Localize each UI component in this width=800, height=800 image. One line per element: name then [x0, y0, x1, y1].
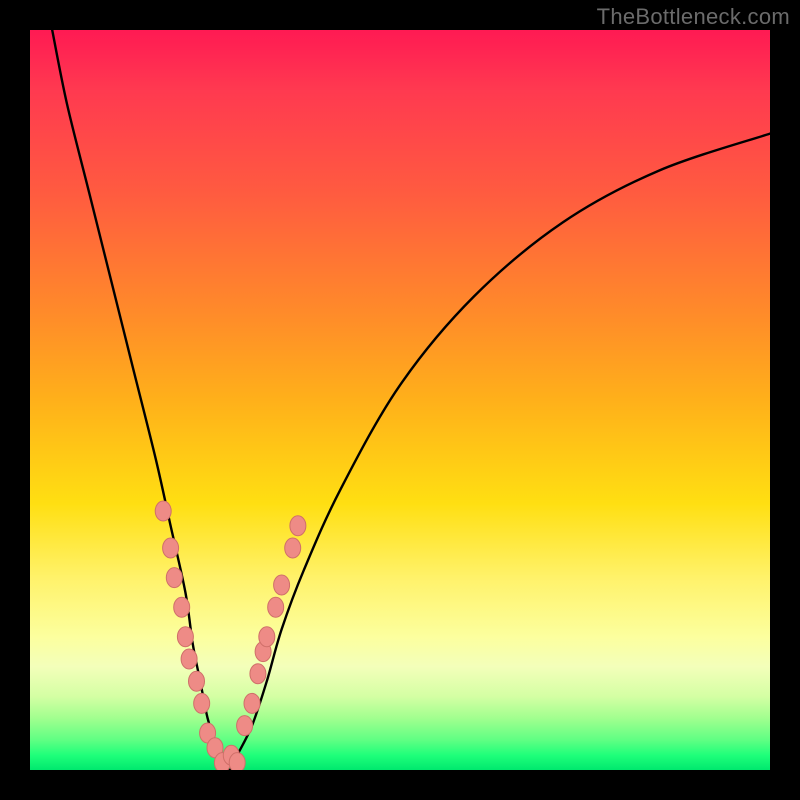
- marker-dot: [177, 627, 193, 647]
- watermark-text: TheBottleneck.com: [597, 4, 790, 30]
- marker-dot: [285, 538, 301, 558]
- marker-dot: [237, 716, 253, 736]
- marker-dot: [163, 538, 179, 558]
- marker-dot: [229, 753, 245, 770]
- marker-dot: [274, 575, 290, 595]
- marker-dot: [244, 693, 260, 713]
- bottleneck-curve: [52, 30, 770, 770]
- marker-dot: [155, 501, 171, 521]
- curve-path: [52, 30, 770, 770]
- curve-svg: [30, 30, 770, 770]
- marker-dot: [181, 649, 197, 669]
- chart-frame: TheBottleneck.com: [0, 0, 800, 800]
- marker-dot: [290, 516, 306, 536]
- marker-dot: [250, 664, 266, 684]
- marker-dot: [174, 597, 190, 617]
- marker-dot: [268, 597, 284, 617]
- plot-area: [30, 30, 770, 770]
- marker-dot: [259, 627, 275, 647]
- marker-dot: [189, 671, 205, 691]
- marker-dot: [166, 568, 182, 588]
- marker-dot: [194, 693, 210, 713]
- marker-group: [155, 501, 306, 770]
